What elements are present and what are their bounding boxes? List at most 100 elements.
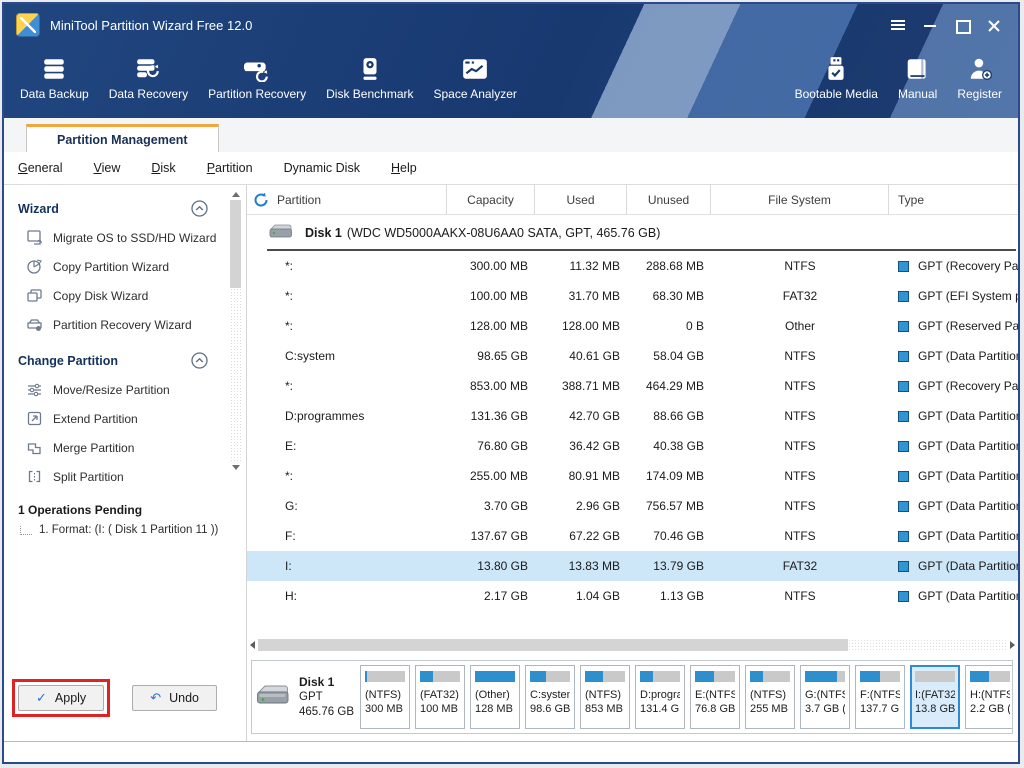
hscrollbar-track[interactable] xyxy=(848,639,1007,651)
partition-color-swatch xyxy=(898,350,909,362)
undo-button[interactable]: ↶ Undo xyxy=(132,685,217,711)
copy-partition-icon xyxy=(26,258,43,275)
app-logo-icon xyxy=(16,13,40,37)
tab-partition-management[interactable]: Partition Management xyxy=(26,124,219,152)
partition-color-swatch xyxy=(898,320,909,332)
check-icon: ✓ xyxy=(36,690,47,705)
sidebar-scrollbar[interactable] xyxy=(229,189,242,473)
partition-row[interactable]: *: 100.00 MB 31.70 MB 68.30 MB FAT32 GPT… xyxy=(247,281,1018,311)
scroll-up-icon[interactable] xyxy=(231,192,240,197)
partition-row[interactable]: D:programmes 131.36 GB 42.70 GB 88.66 GB… xyxy=(247,401,1018,431)
sidebar-item-move-resize[interactable]: Move/Resize Partition xyxy=(10,375,246,404)
partition-color-swatch xyxy=(898,290,909,302)
column-header-type[interactable]: Type xyxy=(889,185,1018,215)
disk-group-row[interactable]: Disk 1 (WDC WD5000AAKX-08U6AA0 SATA, GPT… xyxy=(247,215,1018,251)
sidebar-item-extend-partition[interactable]: Extend Partition xyxy=(10,404,246,433)
tree-branch-icon xyxy=(20,525,32,535)
partition-row[interactable]: *: 300.00 MB 11.32 MB 288.68 MB NTFS GPT… xyxy=(247,251,1018,281)
sidebar-item-split-partition[interactable]: Split Partition xyxy=(10,462,246,491)
main-toolbar: Data Backup Data Recovery Partition Reco… xyxy=(4,46,1018,105)
partition-row[interactable]: *: 853.00 MB 388.71 MB 464.29 MB NTFS GP… xyxy=(247,371,1018,401)
partition-block[interactable]: F:(NTFS) 137.7 GB (U xyxy=(855,665,905,729)
disk-drive-icon xyxy=(269,224,293,242)
menu-item[interactable]: Help xyxy=(391,155,417,181)
menu-item[interactable]: View xyxy=(93,155,120,181)
partition-row[interactable]: H: 2.17 GB 1.04 GB 1.13 GB NTFS GPT (Dat… xyxy=(247,581,1018,611)
partition-block[interactable]: E:(NTFS) 76.8 GB xyxy=(690,665,740,729)
toolbar-data-backup[interactable]: Data Backup xyxy=(10,48,99,105)
minimize-button[interactable] xyxy=(922,18,938,32)
close-button[interactable] xyxy=(986,18,1002,32)
partition-row[interactable]: F: 137.67 GB 67.22 GB 70.46 GB NTFS GPT … xyxy=(247,521,1018,551)
wizard-section-title: Wizard xyxy=(18,201,59,216)
column-header-capacity[interactable]: Capacity xyxy=(447,185,535,215)
scrollbar-thumb[interactable] xyxy=(230,200,241,288)
partition-color-swatch xyxy=(898,380,909,392)
column-header-partition[interactable]: Partition xyxy=(247,185,447,215)
toolbar-manual[interactable]: Manual xyxy=(888,48,947,105)
column-header-file-system[interactable]: File System xyxy=(711,185,889,215)
sidebar-item-partition-recovery-wizard[interactable]: Partition Recovery Wizard xyxy=(10,310,246,339)
partition-block[interactable]: (NTFS) 255 MB xyxy=(745,665,795,729)
toolbar-space-analyzer[interactable]: Space Analyzer xyxy=(424,48,527,105)
pending-operation-item[interactable]: 1. Format: (I: ( Disk 1 Partition 11 )) xyxy=(10,521,246,539)
partition-block[interactable]: (NTFS) 300 MB xyxy=(360,665,410,729)
usage-bar-used xyxy=(365,671,367,682)
copy-disk-icon xyxy=(26,287,43,304)
maximize-button[interactable] xyxy=(954,18,971,34)
partition-block[interactable]: I:(FAT32) 13.8 GB xyxy=(910,665,960,729)
partition-row[interactable]: G: 3.70 GB 2.96 GB 756.57 MB NTFS GPT (D… xyxy=(247,491,1018,521)
partition-row[interactable]: *: 128.00 MB 128.00 MB 0 B Other GPT (Re… xyxy=(247,311,1018,341)
partition-block[interactable]: (Other) 128 MB xyxy=(470,665,520,729)
disk-name: Disk 1 xyxy=(305,226,342,240)
partition-color-swatch xyxy=(898,440,909,452)
menu-item[interactable]: Disk xyxy=(151,155,175,181)
partition-block[interactable]: D:programmes 131.4 GB (U xyxy=(635,665,685,729)
hamburger-menu-icon[interactable] xyxy=(890,18,906,32)
partition-block[interactable]: (NTFS) 853 MB xyxy=(580,665,630,729)
menu-item[interactable]: General xyxy=(18,155,62,181)
disk-map-name: Disk 1 xyxy=(299,674,335,689)
wizard-collapse-icon[interactable] xyxy=(191,200,208,217)
partition-row[interactable]: I: 13.80 GB 13.83 MB 13.79 GB FAT32 GPT … xyxy=(247,551,1018,581)
partition-block[interactable]: H:(NTFS) 2.2 GB (U xyxy=(965,665,1012,729)
toolbar-data-recovery[interactable]: Data Recovery xyxy=(99,48,198,105)
refresh-icon[interactable] xyxy=(253,192,269,208)
usage-bar xyxy=(475,671,515,682)
partition-block[interactable]: G:(NTFS) 3.7 GB (U xyxy=(800,665,850,729)
partition-rows: *: 300.00 MB 11.32 MB 288.68 MB NTFS GPT… xyxy=(247,251,1018,611)
sidebar-item-migrate-os[interactable]: Migrate OS to SSD/HD Wizard xyxy=(10,223,246,252)
sidebar-item-copy-partition-wizard[interactable]: Copy Partition Wizard xyxy=(10,252,246,281)
disk-map-disk-info[interactable]: Disk 1 GPT 465.76 GB xyxy=(256,675,355,720)
toolbar-disk-benchmark[interactable]: Disk Benchmark xyxy=(316,48,423,105)
toolbar-partition-recovery[interactable]: Partition Recovery xyxy=(198,48,316,105)
partition-row[interactable]: E: 76.80 GB 36.42 GB 40.38 GB NTFS GPT (… xyxy=(247,431,1018,461)
apply-button[interactable]: ✓ Apply xyxy=(18,685,105,711)
scroll-down-icon[interactable] xyxy=(231,465,240,470)
partition-block[interactable]: C:system 98.6 GB xyxy=(525,665,575,729)
usage-bar-used xyxy=(750,671,763,682)
column-header-used[interactable]: Used xyxy=(535,185,627,215)
hscrollbar-thumb[interactable] xyxy=(258,639,848,651)
partition-block[interactable]: (FAT32) 100 MB xyxy=(415,665,465,729)
change-partition-collapse-icon[interactable] xyxy=(191,352,208,369)
top-banner: MiniTool Partition Wizard Free 12.0 Data… xyxy=(4,4,1018,118)
register-icon xyxy=(967,52,993,82)
menu-item[interactable]: Dynamic Disk xyxy=(284,155,360,181)
apply-annotation-box: ✓ Apply xyxy=(12,679,111,717)
toolbar-bootable-media[interactable]: Bootable Media xyxy=(785,48,888,105)
toolbar-register[interactable]: Register xyxy=(947,48,1012,105)
scrollbar-track[interactable] xyxy=(230,288,241,462)
partition-row[interactable]: *: 255.00 MB 80.91 MB 174.09 MB NTFS GPT… xyxy=(247,461,1018,491)
space-analyzer-icon xyxy=(461,52,489,82)
sidebar-item-merge-partition[interactable]: Merge Partition xyxy=(10,433,246,462)
scroll-left-icon[interactable] xyxy=(250,641,255,649)
usage-bar xyxy=(695,671,735,682)
partition-row[interactable]: C:system 98.65 GB 40.61 GB 58.04 GB NTFS… xyxy=(247,341,1018,371)
table-horizontal-scrollbar[interactable] xyxy=(250,638,1015,652)
column-header-unused[interactable]: Unused xyxy=(627,185,711,215)
sidebar-item-copy-disk-wizard[interactable]: Copy Disk Wizard xyxy=(10,281,246,310)
scroll-right-icon[interactable] xyxy=(1010,641,1015,649)
disk-map-panel: Disk 1 GPT 465.76 GB (NTFS) 300 MB (FAT3… xyxy=(251,660,1013,734)
menu-item[interactable]: Partition xyxy=(207,155,253,181)
